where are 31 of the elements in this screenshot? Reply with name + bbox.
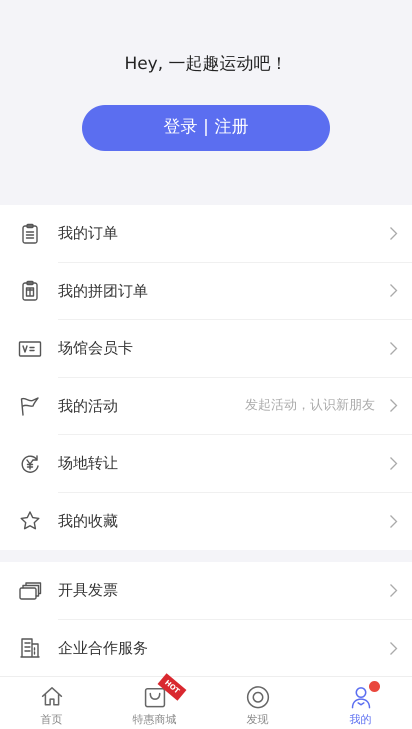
menu-label: 我的活动 (58, 396, 119, 416)
chevron-icon (389, 283, 398, 298)
menu-label: 我的收藏 (58, 511, 119, 532)
tab[interactable]: 首页 (0, 677, 103, 729)
chevron-icon (389, 398, 398, 414)
login-button[interactable]: 登录 | 注册 (82, 104, 330, 150)
menu-label: 场地转让 (58, 453, 119, 474)
menu-label: 企业合作服务 (58, 638, 149, 659)
menu-label: 我的拼团订单 (58, 280, 149, 302)
menu-item[interactable]: 开具发票 (0, 562, 412, 620)
greeting-text: Hey, 一起趣运动吧！ (123, 53, 289, 76)
menu-label: 开具发票 (58, 580, 119, 601)
menu-item[interactable]: 场地转让 (0, 435, 412, 492)
menu-item[interactable]: 我的活动 发起活动，认识新朋友 (0, 378, 412, 435)
menu-item[interactable]: 我的订单 (0, 205, 412, 262)
building-icon (18, 636, 42, 660)
target-icon (244, 685, 270, 710)
chevron-icon (389, 640, 398, 656)
chevron-icon (389, 514, 398, 529)
chevron-icon (389, 456, 398, 471)
chevron-icon (389, 582, 398, 598)
menu-item[interactable]: 我的收藏 (0, 492, 412, 550)
tab[interactable]: 发现 (206, 677, 309, 729)
chevron-icon (389, 226, 398, 241)
tab[interactable]: 我的 (309, 677, 412, 729)
menu-item[interactable]: 场馆会员卡 (0, 320, 412, 378)
menu-label: 场馆会员卡 (58, 338, 134, 359)
chevron-icon (389, 340, 398, 356)
menu-hint: 发起活动，认识新朋友 (245, 397, 375, 415)
menu-label: 我的订单 (58, 223, 119, 244)
menu-item[interactable]: 我的拼团订单 (0, 262, 412, 320)
